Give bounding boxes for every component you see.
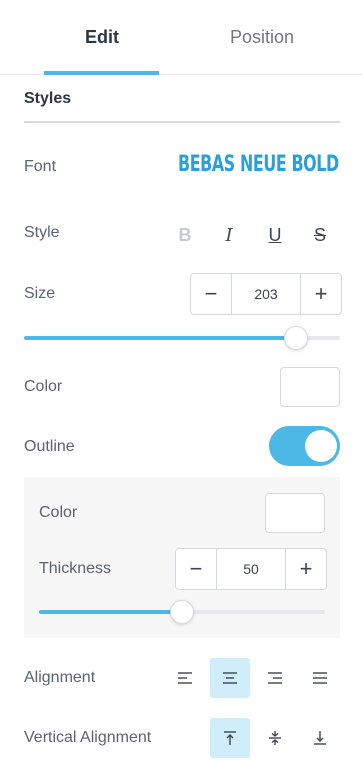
size-label: Size	[24, 285, 56, 302]
valign-middle-icon	[269, 731, 281, 745]
font-picker[interactable]: BEBAS NEUE BOLD	[178, 152, 339, 177]
valign-top-button[interactable]	[210, 718, 250, 758]
align-justify-button[interactable]	[300, 658, 340, 698]
thickness-decrement-button[interactable]: −	[176, 549, 216, 589]
thickness-value-input[interactable]: 50	[216, 549, 286, 589]
size-decrement-button[interactable]: −	[191, 274, 231, 314]
tab-edit[interactable]: Edit	[22, 0, 182, 75]
align-justify-icon	[313, 672, 327, 684]
tab-position[interactable]: Position	[182, 0, 342, 75]
color-label: Color	[24, 378, 63, 395]
outline-toggle-knob	[305, 430, 337, 462]
section-divider	[24, 121, 340, 123]
size-stepper: − 203 +	[190, 273, 342, 315]
size-slider-handle[interactable]	[283, 326, 308, 350]
align-center-icon	[223, 672, 237, 684]
align-center-button[interactable]	[210, 658, 250, 698]
bold-button[interactable]: B	[172, 222, 198, 248]
thickness-stepper: − 50 +	[175, 548, 327, 590]
thickness-slider-handle[interactable]	[170, 600, 194, 624]
vertical-alignment-label: Vertical Alignment	[24, 729, 152, 746]
align-left-button[interactable]	[165, 658, 205, 698]
thickness-slider-fill	[39, 610, 182, 614]
section-title: Styles	[24, 90, 72, 107]
valign-top-icon	[224, 731, 236, 745]
thickness-label: Thickness	[39, 560, 112, 577]
outline-color-swatch[interactable]	[265, 493, 325, 533]
outline-label: Outline	[24, 438, 75, 455]
outline-toggle[interactable]	[269, 426, 340, 466]
valign-bottom-icon	[314, 731, 326, 745]
size-slider[interactable]	[24, 326, 340, 350]
outline-color-label: Color	[39, 504, 78, 521]
font-label: Font	[24, 158, 57, 175]
active-tab-indicator	[44, 71, 159, 75]
style-label: Style	[24, 224, 60, 241]
outline-settings-panel: Color Thickness − 50 +	[24, 477, 340, 638]
size-increment-button[interactable]: +	[301, 274, 341, 314]
thickness-slider[interactable]	[39, 600, 325, 624]
underline-button[interactable]: U	[262, 222, 288, 248]
italic-button[interactable]: I	[216, 222, 242, 248]
thickness-increment-button[interactable]: +	[286, 549, 326, 589]
alignment-label: Alignment	[24, 669, 96, 686]
size-value-input[interactable]: 203	[231, 274, 301, 314]
color-swatch[interactable]	[280, 367, 340, 407]
tab-bar: Edit Position	[0, 0, 362, 75]
valign-bottom-button[interactable]	[300, 718, 340, 758]
strikethrough-button[interactable]: S	[307, 222, 333, 248]
align-right-button[interactable]	[255, 658, 295, 698]
valign-middle-button[interactable]	[255, 718, 295, 758]
align-left-icon	[178, 672, 192, 684]
size-slider-fill	[24, 336, 296, 340]
align-right-icon	[268, 672, 282, 684]
